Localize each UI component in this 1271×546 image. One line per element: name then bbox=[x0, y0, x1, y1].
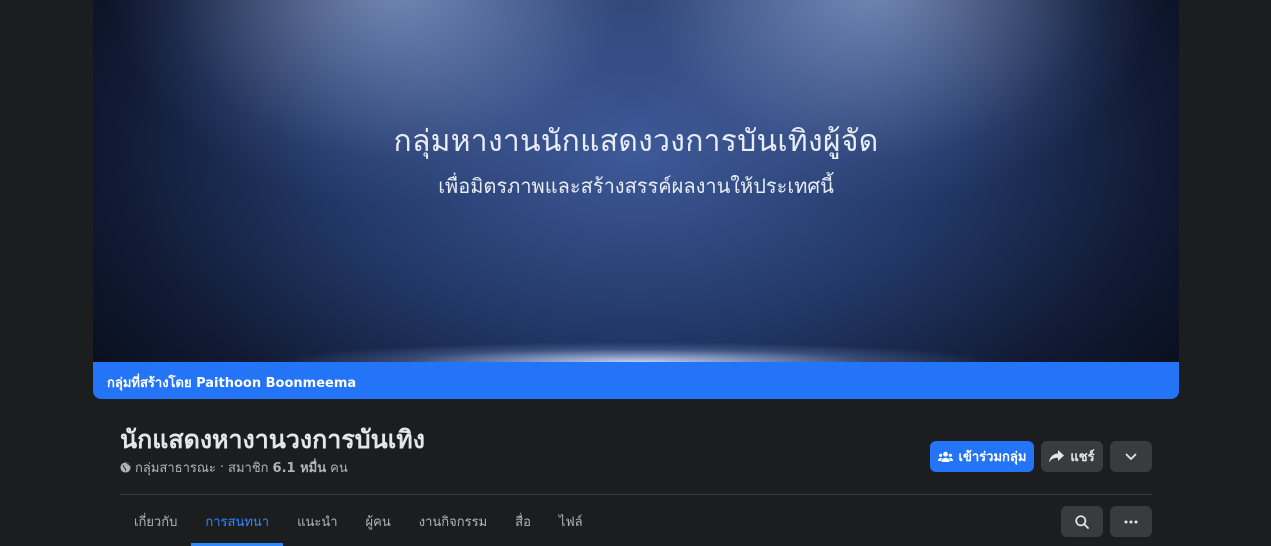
created-by-banner: กลุ่มที่สร้างโดย Paithoon Boonmeema bbox=[93, 362, 1179, 399]
join-group-button[interactable]: เข้าร่วมกลุ่ม bbox=[930, 441, 1034, 472]
cover-photo[interactable]: กลุ่มหางานนักแสดงวงการบันเทิงผู้จัด เพื่… bbox=[93, 0, 1179, 362]
more-dots-icon bbox=[1124, 520, 1138, 523]
cover-title: กลุ่มหางานนักแสดงวงการบันเทิงผู้จัด bbox=[393, 124, 879, 159]
join-group-label: เข้าร่วมกลุ่ม bbox=[958, 450, 1027, 465]
group-name: นักแสดงหางานวงการบันเทิง bbox=[120, 425, 425, 454]
members-count[interactable]: 6.1 หมื่น bbox=[273, 457, 327, 478]
cover-subtitle: เพื่อมิตรภาพและสร้างสรรค์ผลงานให้ประเทศน… bbox=[438, 174, 834, 198]
more-options-button[interactable] bbox=[1110, 441, 1152, 472]
group-tabs: เกี่ยวกับ การสนทนา แนะนำ ผู้คน งานกิจกรร… bbox=[120, 498, 597, 546]
group-meta: กลุ่มสาธารณะ · สมาชิก 6.1 หมื่น คน bbox=[120, 457, 348, 478]
group-privacy: กลุ่มสาธารณะ bbox=[135, 461, 216, 476]
tab-files[interactable]: ไฟล์ bbox=[545, 498, 597, 544]
search-button[interactable] bbox=[1061, 506, 1103, 537]
share-arrow-icon bbox=[1049, 450, 1065, 463]
members-suffix: คน bbox=[330, 461, 348, 476]
members-prefix: สมาชิก bbox=[228, 461, 269, 476]
globe-icon bbox=[120, 462, 131, 473]
tab-events[interactable]: งานกิจกรรม bbox=[405, 498, 501, 544]
share-label: แชร์ bbox=[1070, 450, 1095, 465]
tab-more-button[interactable] bbox=[1110, 506, 1152, 537]
tab-discussion[interactable]: การสนทนา bbox=[191, 498, 283, 546]
tab-featured[interactable]: แนะนำ bbox=[283, 498, 351, 544]
created-by-text[interactable]: กลุ่มที่สร้างโดย Paithoon Boonmeema bbox=[107, 372, 356, 393]
tab-about[interactable]: เกี่ยวกับ bbox=[120, 498, 191, 544]
search-icon bbox=[1075, 514, 1089, 529]
chevron-down-icon bbox=[1125, 453, 1137, 460]
group-icon bbox=[937, 451, 953, 462]
tab-people[interactable]: ผู้คน bbox=[352, 498, 405, 544]
meta-separator: · bbox=[219, 460, 225, 475]
tab-media[interactable]: สื่อ bbox=[501, 498, 545, 544]
header-divider bbox=[120, 494, 1152, 495]
cover-floor-light bbox=[273, 342, 999, 362]
share-button[interactable]: แชร์ bbox=[1041, 441, 1103, 472]
